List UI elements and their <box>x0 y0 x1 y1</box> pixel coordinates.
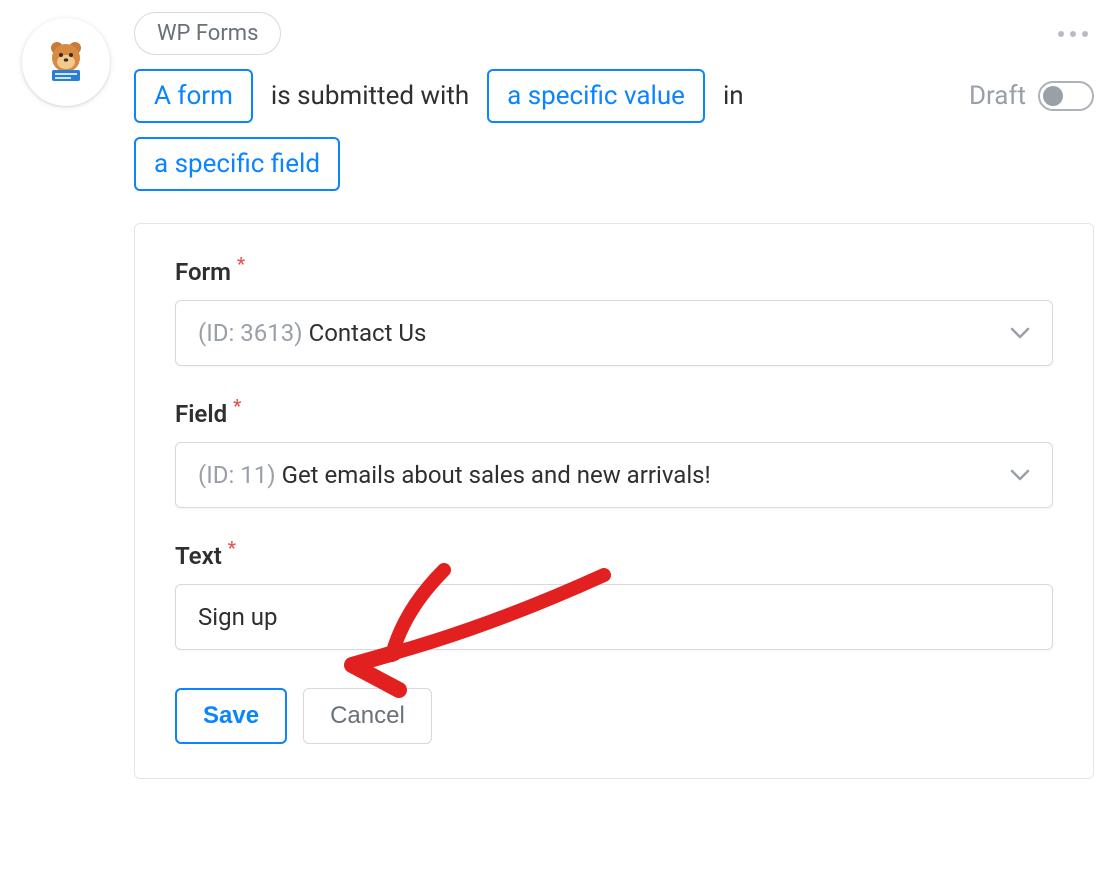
field-selected-name: Get emails about sales and new arrivals! <box>282 461 711 489</box>
cancel-button[interactable]: Cancel <box>303 688 432 744</box>
token-form[interactable]: A form <box>134 69 253 123</box>
field-label: Field * <box>175 400 1053 428</box>
chevron-down-icon <box>1010 327 1030 339</box>
sentence-text-in: in <box>723 81 744 111</box>
required-mark: * <box>237 256 245 274</box>
required-mark: * <box>233 398 241 416</box>
form-label: Form * <box>175 258 1053 286</box>
form-id-prefix: (ID: 3613) <box>198 319 303 347</box>
save-button[interactable]: Save <box>175 688 287 744</box>
form-selected-name: Contact Us <box>309 319 427 347</box>
draft-label: Draft <box>969 81 1026 111</box>
toggle-knob <box>1043 86 1063 106</box>
integration-avatar <box>22 18 110 106</box>
field-id-prefix: (ID: 11) <box>198 461 276 489</box>
integration-tag[interactable]: WP Forms <box>134 12 281 55</box>
token-field[interactable]: a specific field <box>134 137 340 191</box>
bear-icon <box>44 40 88 84</box>
sentence-text-submitted: is submitted with <box>271 81 469 111</box>
config-panel: Form * (ID: 3613) Contact Us Field * <box>134 223 1094 779</box>
field-select[interactable]: (ID: 11) Get emails about sales and new … <box>175 442 1053 508</box>
form-select[interactable]: (ID: 3613) Contact Us <box>175 300 1053 366</box>
draft-toggle[interactable] <box>1038 81 1094 111</box>
text-input[interactable] <box>175 584 1053 650</box>
chevron-down-icon <box>1010 469 1030 481</box>
token-value[interactable]: a specific value <box>487 69 705 123</box>
more-menu-icon[interactable] <box>1052 25 1094 43</box>
text-label: Text * <box>175 542 1053 570</box>
required-mark: * <box>228 540 236 558</box>
